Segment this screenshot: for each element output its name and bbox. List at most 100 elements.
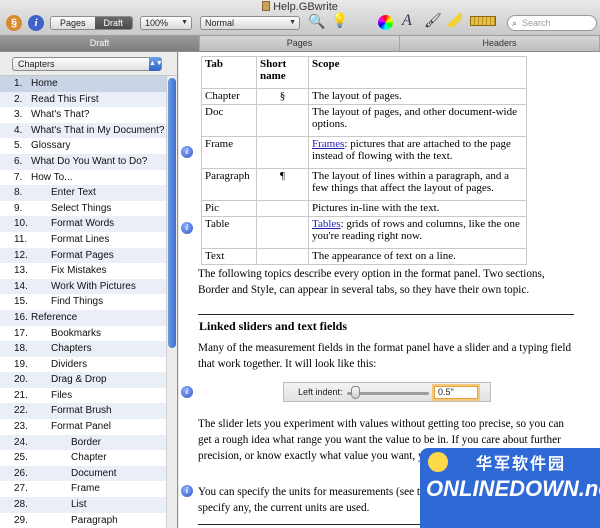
sidebar-item[interactable]: 1. Home xyxy=(0,76,166,92)
table-header: Scope xyxy=(308,56,527,89)
sidebar-item-number: 26. xyxy=(14,467,28,479)
table-cell-tab: Frame xyxy=(201,136,257,169)
sidebar-item[interactable]: 10. Format Words xyxy=(0,216,166,232)
section-heading: Linked sliders and text fields xyxy=(199,319,348,333)
draft-view-button[interactable]: Draft xyxy=(94,17,133,29)
sidebar-item[interactable]: 27. Frame xyxy=(0,481,166,497)
sidebar-item[interactable]: 17. Bookmarks xyxy=(0,326,166,342)
sidebar-item[interactable]: 22. Format Brush xyxy=(0,403,166,420)
style-popup[interactable]: Normal ▼ xyxy=(200,16,300,30)
sidebar-item-label: Format Lines xyxy=(51,233,110,245)
scope-text: : grids of rows and columns, like the on… xyxy=(312,218,520,242)
sidebar-item-number: 7. xyxy=(14,171,23,183)
info-marker-icon[interactable]: i xyxy=(181,386,193,398)
topic-link[interactable]: Frames xyxy=(312,138,344,150)
highlighter-icon[interactable] xyxy=(448,13,462,27)
slider-knob[interactable] xyxy=(351,386,361,399)
view-segmented-control[interactable]: Pages Draft xyxy=(50,16,134,30)
table-cell-short xyxy=(256,200,309,217)
sidebar-item[interactable]: 24. Border xyxy=(0,434,166,451)
zoom-popup[interactable]: 100% ▼ xyxy=(140,16,192,30)
sidebar-item[interactable]: 7. How To... xyxy=(0,170,166,186)
table-cell-scope: The layout of pages. xyxy=(308,88,527,105)
table-row: Text The appearance of text on a line. xyxy=(201,248,527,265)
sidebar-item[interactable]: 3. What's That? xyxy=(0,107,166,123)
table-cell-scope: Frames: pictures that are attached to th… xyxy=(308,136,527,169)
tab-draft[interactable]: Draft xyxy=(0,36,200,51)
table-cell-short xyxy=(256,104,309,137)
search-input[interactable]: ⌕ Search xyxy=(507,15,597,31)
info-icon[interactable]: i xyxy=(28,15,44,31)
font-icon[interactable]: A xyxy=(402,12,412,30)
table-cell-tab: Doc xyxy=(201,104,257,137)
sidebar-item-label: What's That? xyxy=(31,109,90,121)
ruler-icon[interactable] xyxy=(470,16,496,26)
table-row: Table Tables: grids of rows and columns, … xyxy=(201,216,527,249)
sidebar-item[interactable]: 2. Read This First xyxy=(0,91,166,108)
sidebar-item[interactable]: 29. Paragraph xyxy=(0,513,166,528)
sidebar-item-label: Glossary xyxy=(31,140,71,152)
sidebar-item[interactable]: 26. Document xyxy=(0,465,166,482)
table-row: Paragraph ¶ The layout of lines within a p… xyxy=(201,168,527,201)
sidebar-item[interactable]: 21. Files xyxy=(0,388,166,404)
sidebar-item[interactable]: 23. Format Panel xyxy=(0,419,166,435)
sidebar-item-number: 29. xyxy=(14,514,28,526)
sidebar-item[interactable]: 4. What's That in My Document? xyxy=(0,122,166,139)
color-wheel-icon[interactable] xyxy=(378,15,393,30)
table-row: Frame Frames: pictures that are attached … xyxy=(201,136,527,169)
sidebar-item-number: 13. xyxy=(14,265,28,277)
sidebar-item-number: 1. xyxy=(14,78,23,89)
info-marker-icon[interactable]: i xyxy=(181,485,193,497)
lightbulb-icon[interactable]: 💡 xyxy=(331,12,348,29)
sidebar-item[interactable]: 14. Work With Pictures xyxy=(0,278,166,295)
tab-pages[interactable]: Pages xyxy=(200,36,400,51)
sidebar-item[interactable]: 8. Enter Text xyxy=(0,185,166,201)
sidebar-item-number: 25. xyxy=(14,452,28,464)
sidebar-item[interactable]: 28. List xyxy=(0,497,166,513)
tab-headers[interactable]: Headers xyxy=(400,36,600,51)
sidebar-item-number: 11. xyxy=(14,233,28,245)
sidebar-item-label: Files xyxy=(51,389,73,401)
chapters-dropdown[interactable]: Chapters ▲▼ xyxy=(12,57,163,71)
sidebar-item-label: Format Brush xyxy=(51,405,112,417)
sidebar-item[interactable]: 11. Format Lines xyxy=(0,232,166,248)
scrollbar-thumb[interactable] xyxy=(168,78,176,348)
table-cell-scope: Pictures in-line with the text. xyxy=(308,200,527,217)
sidebar-item-number: 22. xyxy=(14,405,28,417)
sidebar-item[interactable]: 18. Chapters xyxy=(0,341,166,357)
sidebar-item-number: 4. xyxy=(14,124,23,136)
pages-view-button[interactable]: Pages xyxy=(51,17,95,29)
table-cell-short: § xyxy=(256,88,309,105)
sidebar-item[interactable]: 20. Drag & Drop xyxy=(0,372,166,388)
watermark-en: ONLINEDOWN.net xyxy=(426,476,600,501)
sidebar-item[interactable]: 9. Select Things xyxy=(0,201,166,217)
sidebar-item-number: 10. xyxy=(14,218,28,230)
format-brush-icon[interactable]: 🖌 xyxy=(424,12,442,29)
sidebar-item[interactable]: 12. Format Pages xyxy=(0,247,166,264)
sidebar-item[interactable]: 13. Fix Mistakes xyxy=(0,263,166,279)
chevron-down-icon: ▼ xyxy=(181,19,188,26)
sidebar-scrollbar[interactable] xyxy=(166,76,177,528)
sidebar-item-number: 21. xyxy=(14,389,28,401)
sidebar-item-number: 28. xyxy=(14,499,28,511)
sidebar-item-label: Chapters xyxy=(51,343,92,355)
sidebar-item[interactable]: 15. Find Things xyxy=(0,294,166,310)
table-cell-short xyxy=(256,248,309,265)
sidebar-item[interactable]: 6. What Do You Want to Do? xyxy=(0,153,166,170)
left-indent-field[interactable]: 0.5" xyxy=(434,386,478,399)
sidebar-item-label: Read This First xyxy=(31,93,99,105)
sidebar: Chapters ▲▼ 1. Home 2. Read This First 3. Wha… xyxy=(0,52,178,528)
gbwrite-logo-icon[interactable]: § xyxy=(6,15,22,31)
table-cell-scope: The layout of pages, and other document-… xyxy=(308,104,527,137)
table-header: Tab xyxy=(201,56,257,89)
topic-link[interactable]: Tables xyxy=(312,218,341,230)
sidebar-item[interactable]: 25. Chapter xyxy=(0,450,166,466)
magnifier-icon[interactable]: 🔍 xyxy=(308,13,325,30)
sidebar-item[interactable]: 5. Glossary xyxy=(0,138,166,154)
sidebar-item[interactable]: 19. Dividers xyxy=(0,357,166,373)
info-marker-icon[interactable]: i xyxy=(181,146,193,158)
table-cell-tab: Text xyxy=(201,248,257,265)
info-marker-icon[interactable]: i xyxy=(181,222,193,234)
sidebar-item-label: How To... xyxy=(31,171,73,183)
sidebar-item[interactable]: 16. Reference xyxy=(0,309,166,326)
